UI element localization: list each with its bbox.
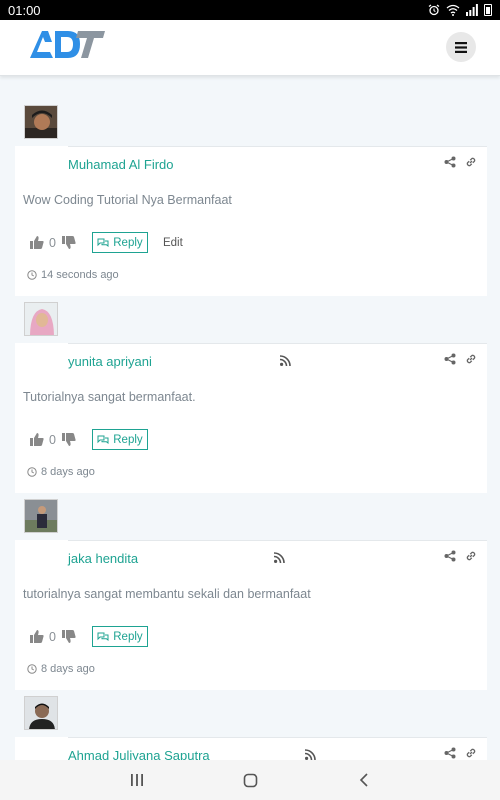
reply-button[interactable]: Reply <box>91 626 148 647</box>
comment-card: yunita apriyani Tutorialnya sangat berma… <box>15 343 487 493</box>
app-header <box>0 20 500 76</box>
rss-icon[interactable] <box>280 355 291 366</box>
comment-card: Muhamad Al Firdo Wow Coding Tutorial Nya… <box>15 146 487 296</box>
avatar[interactable] <box>24 696 58 730</box>
thumbs-down-icon[interactable] <box>61 433 76 446</box>
status-time: 01:00 <box>8 2 41 18</box>
thumbs-down-icon[interactable] <box>61 236 76 249</box>
rss-icon[interactable] <box>305 749 316 760</box>
thumbs-up-icon[interactable] <box>30 433 44 446</box>
status-bar: 01:00 <box>0 0 500 20</box>
menu-button[interactable] <box>446 32 476 62</box>
comment-time: 8 days ago <box>41 466 95 478</box>
vote-count: 0 <box>49 235 56 250</box>
share-icon[interactable] <box>444 747 456 759</box>
comments-list: Muhamad Al Firdo Wow Coding Tutorial Nya… <box>0 77 500 760</box>
system-nav-bar <box>0 760 500 800</box>
thumbs-up-icon[interactable] <box>30 630 44 643</box>
rss-icon[interactable] <box>274 552 285 563</box>
reply-button[interactable]: Reply <box>91 429 148 450</box>
battery-icon <box>484 4 492 16</box>
avatar[interactable] <box>24 499 58 533</box>
comment-author[interactable]: Ahmad Juliyana Saputra <box>68 748 210 760</box>
site-logo[interactable] <box>28 28 106 60</box>
comment-card: Ahmad Juliyana Saputra <box>15 737 487 760</box>
comments-icon <box>97 238 109 247</box>
avatar[interactable] <box>24 105 58 139</box>
vote-count: 0 <box>49 629 56 644</box>
comment-author[interactable]: yunita apriyani <box>68 354 152 369</box>
edit-link[interactable]: Edit <box>163 237 183 249</box>
recent-apps-icon[interactable] <box>130 773 144 787</box>
comments-icon <box>97 632 109 641</box>
alarm-icon <box>428 4 440 16</box>
comment-item: Ahmad Juliyana Saputra <box>15 691 487 760</box>
comment-text: Wow Coding Tutorial Nya Bermanfaat <box>23 193 232 207</box>
comment-time: 8 days ago <box>41 663 95 675</box>
comment-author[interactable]: jaka hendita <box>68 551 138 566</box>
comments-icon <box>97 435 109 444</box>
comment-author[interactable]: Muhamad Al Firdo <box>68 157 174 172</box>
hamburger-icon <box>455 41 467 53</box>
vote-count: 0 <box>49 432 56 447</box>
clock-icon <box>27 467 37 477</box>
comment-text: Tutorialnya sangat bermanfaat. <box>23 390 196 404</box>
link-icon[interactable] <box>465 747 477 759</box>
share-icon[interactable] <box>444 353 456 365</box>
link-icon[interactable] <box>465 156 477 168</box>
thumbs-down-icon[interactable] <box>61 630 76 643</box>
link-icon[interactable] <box>465 353 477 365</box>
share-icon[interactable] <box>444 550 456 562</box>
clock-icon <box>27 270 37 280</box>
comment-item: jaka hendita tutorialnya sangat membantu… <box>15 494 487 691</box>
share-icon[interactable] <box>444 156 456 168</box>
thumbs-up-icon[interactable] <box>30 236 44 249</box>
link-icon[interactable] <box>465 550 477 562</box>
home-icon[interactable] <box>243 773 258 788</box>
wifi-icon <box>446 4 460 16</box>
avatar[interactable] <box>24 302 58 336</box>
comment-card: jaka hendita tutorialnya sangat membantu… <box>15 540 487 690</box>
back-icon[interactable] <box>358 773 370 787</box>
reply-button[interactable]: Reply <box>91 232 148 253</box>
comment-text: tutorialnya sangat membantu sekali dan b… <box>23 587 311 601</box>
comment-item: Muhamad Al Firdo Wow Coding Tutorial Nya… <box>15 77 487 297</box>
signal-icon <box>466 4 478 16</box>
comment-item: yunita apriyani Tutorialnya sangat berma… <box>15 297 487 494</box>
comment-time: 14 seconds ago <box>41 269 119 281</box>
clock-icon <box>27 664 37 674</box>
